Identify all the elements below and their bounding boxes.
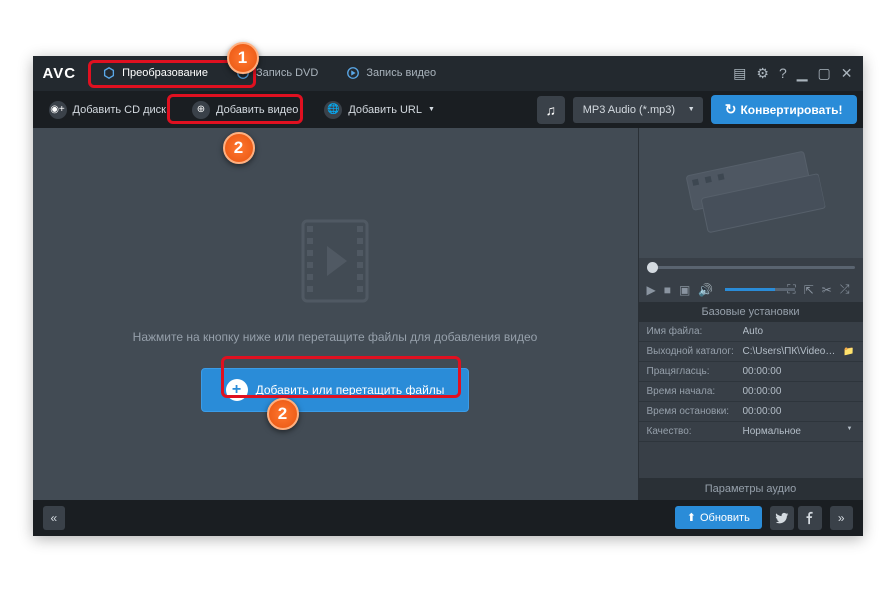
convert-icon bbox=[102, 66, 116, 80]
main-drop-area[interactable]: Нажмите на кнопку ниже или перетащите фа… bbox=[33, 128, 638, 500]
cd-plus-icon: ◉+ bbox=[49, 101, 67, 119]
window-controls: ▤ ⚙ ? ▁ ▢ ✕ bbox=[733, 65, 852, 82]
playback-controls: ▶ ■ ▣ 🔊 ⛶ ⇱ ✂ ⤮ bbox=[639, 278, 863, 302]
play-icon bbox=[346, 66, 360, 80]
callout-1: 1 bbox=[227, 42, 259, 74]
chevron-down-icon: ▼ bbox=[428, 106, 435, 113]
film-strip-icon bbox=[295, 216, 375, 306]
add-url-button[interactable]: 🌐 Добавить URL ▼ bbox=[314, 97, 445, 123]
prev-button[interactable]: « bbox=[43, 506, 66, 530]
link-button[interactable]: ⇱ bbox=[804, 283, 814, 297]
statusbar: « ⬆ Обновить » bbox=[33, 500, 863, 536]
snapshot-button[interactable]: ▣ bbox=[679, 283, 690, 297]
minimize-icon[interactable]: ▁ bbox=[797, 65, 808, 82]
settings-panel: Имя файла: Auto Выходной каталог: C:\Use… bbox=[639, 322, 863, 478]
sidebar: ▶ ■ ▣ 🔊 ⛶ ⇱ ✂ ⤮ Базовые установки Имя фа… bbox=[638, 128, 863, 500]
tab-record[interactable]: Запись видео bbox=[332, 59, 450, 87]
film-reel-icon bbox=[673, 134, 829, 251]
logo: AVC bbox=[43, 65, 77, 82]
row-duration: Працягласць: 00:00:00 bbox=[639, 362, 863, 382]
help-icon[interactable]: ? bbox=[779, 65, 787, 82]
stop-button[interactable]: ■ bbox=[664, 283, 671, 297]
update-button[interactable]: ⬆ Обновить bbox=[675, 506, 762, 529]
facebook-icon[interactable] bbox=[798, 506, 822, 530]
plus-circle-icon: + bbox=[226, 379, 248, 401]
titlebar: AVC Преобразование Запись DVD Запись вид… bbox=[33, 56, 863, 92]
callout-2a: 2 bbox=[223, 132, 255, 164]
social-buttons bbox=[770, 506, 822, 530]
row-filename: Имя файла: Auto bbox=[639, 322, 863, 342]
preview-panel bbox=[639, 128, 863, 258]
settings-header: Базовые установки bbox=[639, 302, 863, 322]
drop-hint: Нажмите на кнопку ниже или перетащите фа… bbox=[133, 330, 538, 344]
seek-bar[interactable] bbox=[639, 258, 863, 278]
body: Нажмите на кнопку ниже или перетащите фа… bbox=[33, 128, 863, 500]
list-icon[interactable]: ▤ bbox=[733, 65, 746, 82]
row-output: Выходной каталог: C:\Users\ПК\Videos\An.… bbox=[639, 342, 863, 362]
volume-icon[interactable]: 🔊 bbox=[698, 283, 713, 297]
convert-button[interactable]: Конвертировать! bbox=[711, 95, 857, 124]
tab-label: Запись видео bbox=[366, 67, 436, 79]
quality-dropdown[interactable]: Нормальное bbox=[743, 426, 855, 437]
settings-icon[interactable]: ⚙ bbox=[756, 65, 769, 82]
tab-convert[interactable]: Преобразование bbox=[88, 59, 222, 87]
toolbar: ◉+ Добавить CD диск ⊕ Добавить видео 🌐 Д… bbox=[33, 92, 863, 128]
globe-plus-icon: 🌐 bbox=[324, 101, 342, 119]
add-files-button[interactable]: + Добавить или перетащить файлы bbox=[201, 368, 470, 412]
tab-label: Преобразование bbox=[122, 67, 208, 79]
format-group: ♫ MP3 Audio (*.mp3) Конвертировать! bbox=[537, 95, 857, 124]
audio-params-button[interactable]: Параметры аудио bbox=[639, 478, 863, 500]
format-dropdown[interactable]: MP3 Audio (*.mp3) bbox=[573, 97, 703, 123]
cut-button[interactable]: ✂ bbox=[822, 283, 832, 297]
next-button[interactable]: » bbox=[830, 506, 853, 530]
video-plus-icon: ⊕ bbox=[192, 101, 210, 119]
add-video-button[interactable]: ⊕ Добавить видео bbox=[182, 97, 308, 123]
row-stop: Время остановки: 00:00:00 bbox=[639, 402, 863, 422]
row-start: Время начала: 00:00:00 bbox=[639, 382, 863, 402]
app-window: AVC Преобразование Запись DVD Запись вид… bbox=[33, 56, 863, 536]
play-button[interactable]: ▶ bbox=[647, 283, 656, 297]
tab-label: Запись DVD bbox=[256, 67, 318, 79]
upload-icon: ⬆ bbox=[687, 511, 696, 524]
seek-thumb[interactable] bbox=[647, 262, 658, 273]
twitter-icon[interactable] bbox=[770, 506, 794, 530]
add-cd-button[interactable]: ◉+ Добавить CD диск bbox=[39, 97, 177, 123]
row-quality: Качество: Нормальное bbox=[639, 422, 863, 442]
callout-2b: 2 bbox=[267, 398, 299, 430]
maximize-icon[interactable]: ▢ bbox=[818, 65, 831, 82]
shuffle-button[interactable]: ⤮ bbox=[840, 282, 850, 297]
folder-browse-icon[interactable]: 📁 bbox=[843, 346, 854, 357]
volume-slider[interactable] bbox=[725, 288, 775, 291]
music-icon[interactable]: ♫ bbox=[537, 96, 565, 124]
close-icon[interactable]: ✕ bbox=[841, 65, 853, 82]
